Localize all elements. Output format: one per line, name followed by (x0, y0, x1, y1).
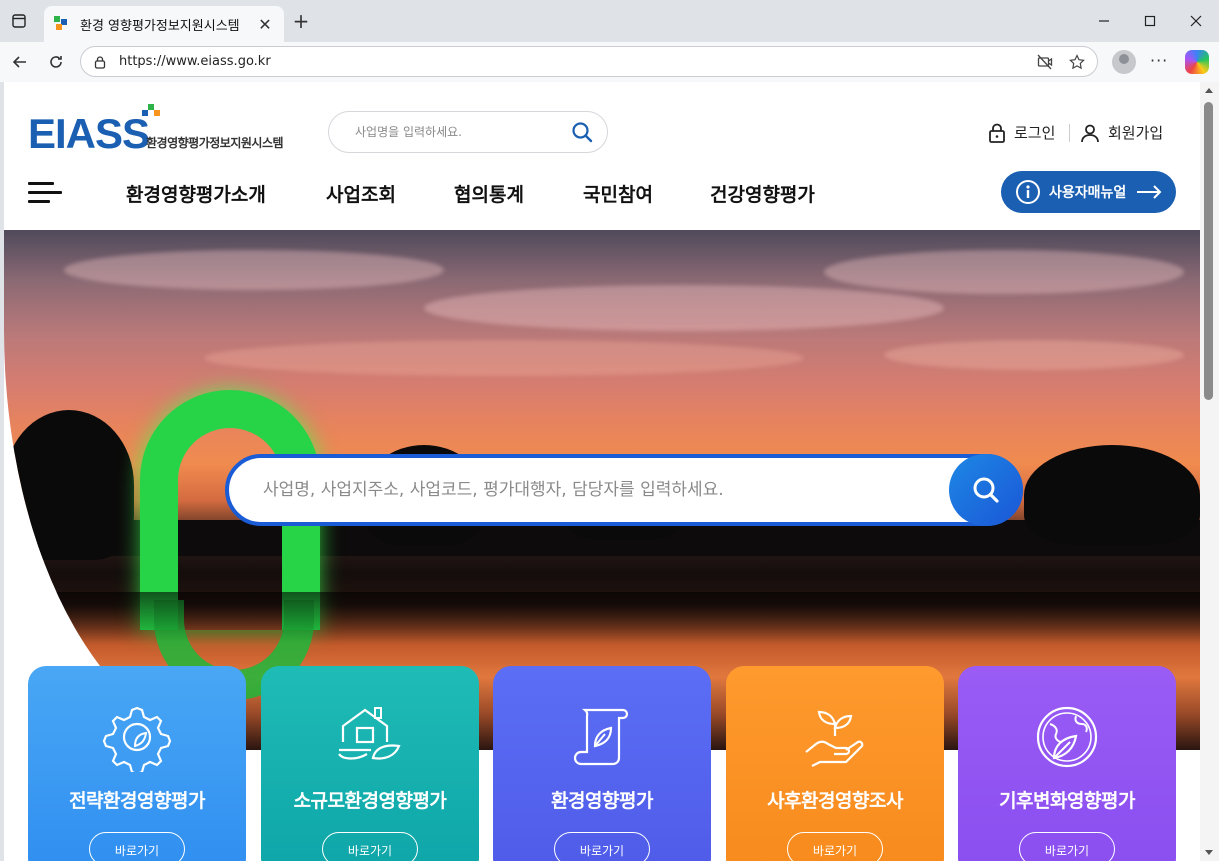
main-search-button[interactable] (949, 454, 1023, 526)
copilot-icon[interactable] (1185, 50, 1209, 74)
favorite-star-icon[interactable] (1069, 53, 1085, 70)
info-icon (1016, 180, 1040, 204)
url-bar[interactable]: https://www.eiass.go.kr (80, 46, 1098, 77)
card-climate-change-assessment[interactable]: 기후변화영향평가 바로가기 (958, 666, 1176, 861)
card-title: 사후환경영향조사 (767, 790, 903, 812)
lock-icon (94, 55, 106, 69)
lock-icon (989, 123, 1005, 143)
nav-item-project-search[interactable]: 사업조회 (326, 180, 396, 207)
user-manual-label: 사용자매뉴얼 (1049, 185, 1127, 201)
address-bar: https://www.eiass.go.kr ··· (0, 42, 1219, 82)
maximize-icon[interactable] (1127, 8, 1173, 34)
more-menu-icon[interactable]: ··· (1150, 51, 1168, 70)
card-go-button[interactable]: 바로가기 (322, 832, 418, 861)
nav-item-intro[interactable]: 환경영향평가소개 (126, 180, 266, 207)
card-title: 전략환경영향평가 (69, 790, 205, 812)
card-strategic-assessment[interactable]: 전략환경영향평가 바로가기 (28, 666, 246, 861)
logo-text: EIASS (28, 110, 150, 157)
main-search-box (225, 454, 1023, 526)
scroll-thumb[interactable] (1204, 102, 1213, 400)
nav-item-health-assessment[interactable]: 건강영향평가 (710, 180, 815, 207)
new-tab-icon[interactable]: + (290, 10, 312, 32)
card-go-button[interactable]: 바로가기 (1019, 832, 1115, 861)
minimize-icon[interactable] (1081, 8, 1127, 34)
nav-item-statistics[interactable]: 협의통계 (454, 180, 524, 207)
camera-off-icon[interactable] (1037, 54, 1053, 70)
site-favicon-icon (54, 16, 70, 32)
card-go-button[interactable]: 바로가기 (787, 832, 883, 861)
logo-subtitle: 환경영향평가정보지원시스템 (146, 136, 284, 150)
login-link[interactable]: 로그인 (988, 122, 1055, 143)
tab-actions-icon[interactable] (8, 10, 30, 32)
web-page: EIASS 환경영향평가정보지원시스템 로그인 회원가입 환경영향평가소개 사업… (4, 82, 1200, 861)
scroll-down-arrow-icon[interactable] (1205, 850, 1213, 855)
house-leaf-icon (338, 707, 401, 760)
signup-label: 회원가입 (1108, 124, 1164, 142)
gear-leaf-icon (102, 706, 172, 772)
main-search-input[interactable] (263, 480, 1019, 500)
close-window-icon[interactable] (1173, 8, 1219, 34)
card-go-button[interactable]: 바로가기 (554, 832, 650, 861)
back-icon[interactable] (8, 50, 32, 74)
nav-item-participation[interactable]: 국민참여 (583, 180, 653, 207)
card-post-assessment-survey[interactable]: 사후환경영향조사 바로가기 (726, 666, 944, 861)
reload-icon[interactable] (44, 50, 68, 74)
tab-title: 환경 영향평가정보지원시스템 (80, 18, 240, 34)
header-search-input[interactable] (355, 125, 571, 139)
menu-hamburger-icon[interactable] (28, 182, 62, 204)
arrow-right-icon (1137, 185, 1162, 199)
page-scrollbar[interactable] (1200, 82, 1219, 861)
browser-tab[interactable]: 환경 영향평가정보지원시스템 ✕ (44, 6, 284, 42)
card-small-scale-assessment[interactable]: 소규모환경영향평가 바로가기 (261, 666, 479, 861)
tab-close-icon[interactable]: ✕ (256, 15, 274, 34)
header-search-box (328, 111, 608, 153)
url-text: https://www.eiass.go.kr (119, 54, 271, 69)
hand-sprout-icon (805, 710, 864, 767)
search-icon[interactable] (571, 121, 593, 143)
profile-avatar[interactable] (1112, 50, 1136, 74)
signup-link[interactable]: 회원가입 (1080, 122, 1163, 143)
card-title: 기후변화영향평가 (999, 790, 1135, 812)
search-icon (973, 477, 999, 503)
user-icon (1081, 124, 1099, 142)
user-manual-button[interactable]: 사용자매뉴얼 (1001, 171, 1176, 213)
util-divider (1069, 124, 1070, 142)
card-title: 환경영향평가 (551, 790, 653, 812)
card-title: 소규모환경영향평가 (293, 790, 447, 812)
browser-tab-bar: 환경 영향평가정보지원시스템 ✕ + (0, 0, 1219, 42)
card-environmental-assessment[interactable]: 환경영향평가 바로가기 (493, 666, 711, 861)
scroll-up-arrow-icon[interactable] (1205, 88, 1213, 93)
login-label: 로그인 (1014, 124, 1056, 142)
scroll-leaf-icon (573, 708, 629, 766)
globe-leaf-icon (1036, 706, 1098, 768)
card-go-button[interactable]: 바로가기 (89, 832, 185, 861)
